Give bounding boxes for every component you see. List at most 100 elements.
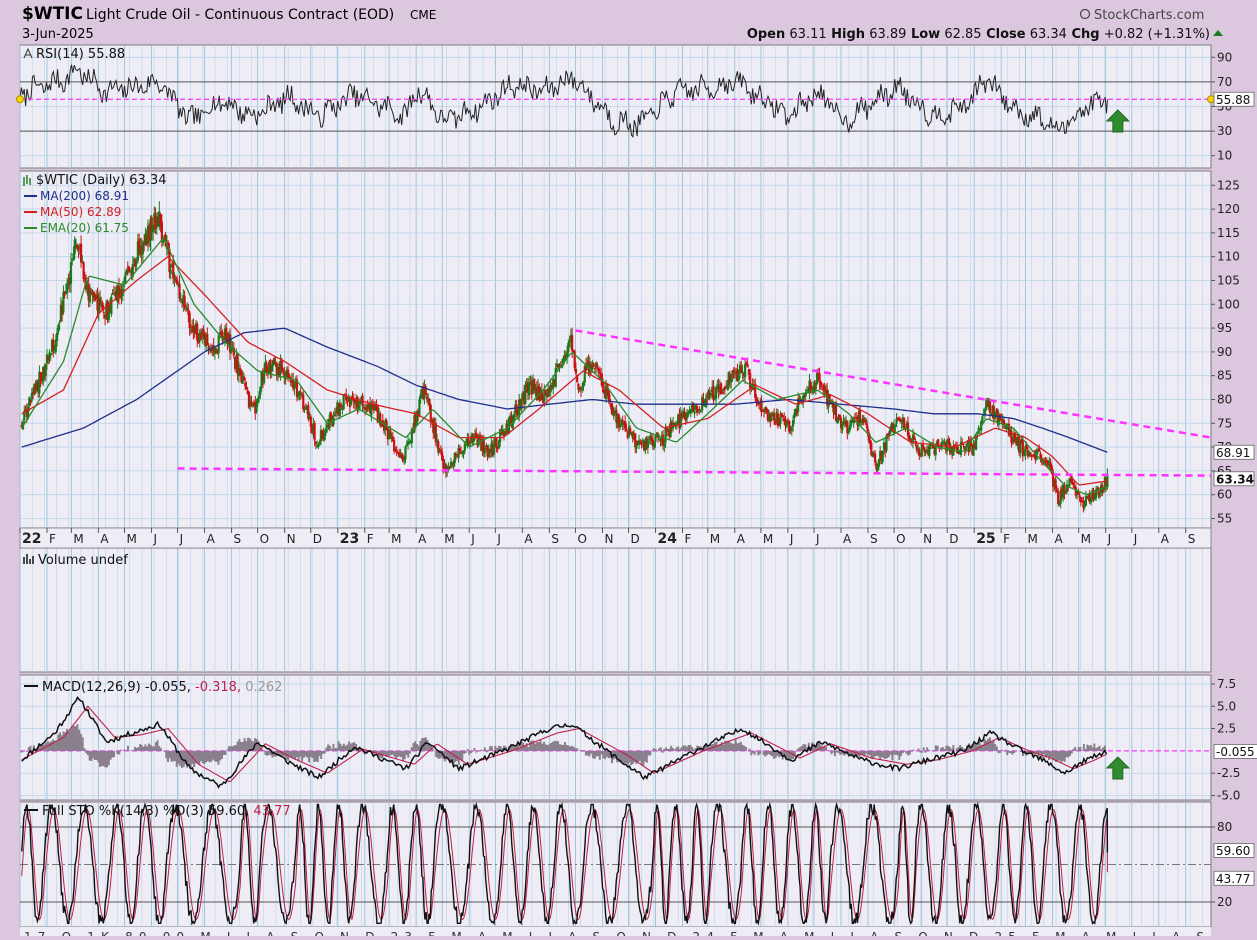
x-tick-label: J	[815, 532, 820, 546]
macd-histogram-bar	[73, 726, 75, 751]
macd-histogram-bar	[1013, 751, 1015, 753]
macd-histogram-bar	[888, 751, 890, 757]
x-tick-label: M	[73, 532, 83, 546]
macd-histogram-bar	[832, 751, 834, 753]
macd-histogram-bar	[592, 751, 594, 758]
price-panel[interactable]: 12512011511010510095908580757065605568.9…	[20, 171, 1254, 528]
macd-histogram-bar	[96, 751, 98, 760]
price-candle-up	[771, 418, 773, 421]
macd-histogram-bar	[496, 748, 498, 751]
macd-histogram-bar	[531, 741, 533, 751]
macd-histogram-bar	[670, 746, 672, 751]
macd-title: MACD(12,26,9) -0.055, -0.318, 0.262	[42, 680, 282, 695]
macd-histogram-bar	[735, 739, 737, 751]
price-candle-up	[693, 410, 695, 413]
macd-histogram-bar	[656, 751, 658, 752]
macd-histogram-bar	[226, 750, 228, 751]
macd-histogram-bar	[406, 751, 408, 755]
x-tick-label: A	[1055, 532, 1064, 546]
macd-histogram-bar	[238, 739, 240, 751]
ohlc-value: 63.11	[785, 27, 826, 42]
macd-histogram-bar	[559, 744, 561, 751]
x-tick-label: A	[100, 532, 109, 546]
x-tick-label: A	[843, 532, 852, 546]
macd-histogram-bar	[886, 751, 888, 758]
volume-background	[20, 548, 1211, 672]
x-tick-label: M	[763, 532, 773, 546]
price-ytick-label: 120	[1217, 202, 1240, 216]
macd-histogram-bar	[763, 751, 765, 755]
macd-histogram-bar	[230, 746, 232, 751]
macd-histogram-bar	[200, 751, 202, 761]
macd-histogram-bar	[884, 751, 886, 759]
x-tick-label: F	[49, 532, 56, 546]
chart-stage: $WTIC Light Crude Oil - Continuous Contr…	[0, 0, 1257, 936]
macd-histogram-bar	[891, 751, 893, 761]
brand-label[interactable]: StockCharts.com	[1094, 8, 1204, 23]
macd-histogram-bar	[376, 751, 378, 753]
macd-histogram-bar	[348, 742, 350, 751]
ohlc-label: High	[827, 27, 865, 42]
macd-histogram-bar	[386, 751, 388, 756]
rsi-panel[interactable]: 907050301055.88RSI(14) 55.88	[17, 45, 1255, 168]
macd-histogram-bar	[898, 751, 900, 760]
macd-title-part: 0.262	[245, 680, 282, 695]
macd-histogram-bar	[944, 749, 946, 751]
x-tick-label: A	[737, 532, 746, 546]
macd-histogram-bar	[538, 742, 540, 751]
macd-histogram-bar	[736, 743, 738, 751]
macd-histogram-bar	[566, 745, 568, 751]
macd-histogram-bar	[205, 751, 207, 762]
macd-histogram-bar	[740, 742, 742, 751]
macd-panel[interactable]: 7.55.02.5-2.5-5.0-0.055MACD(12,26,9) -0.…	[20, 675, 1257, 803]
macd-histogram-bar	[21, 751, 23, 753]
macd-histogram-bar	[197, 751, 199, 763]
macd-histogram-bar	[660, 747, 662, 751]
macd-histogram-bar	[1001, 750, 1003, 751]
macd-histogram-bar	[877, 751, 879, 757]
macd-histogram-bar	[460, 751, 462, 759]
volume-panel[interactable]: Volume undef	[20, 548, 1211, 672]
macd-histogram-bar	[414, 741, 416, 751]
macd-histogram-bar	[827, 750, 829, 751]
macd-histogram-bar	[57, 735, 59, 751]
x-tick-label: J	[1107, 532, 1112, 546]
macd-histogram-bar	[1067, 751, 1069, 758]
macd-histogram-bar	[573, 747, 575, 751]
macd-histogram-bar	[773, 751, 775, 759]
price-candle-down	[593, 363, 595, 367]
macd-histogram-bar	[924, 751, 926, 753]
macd-histogram-bar	[101, 751, 103, 766]
macd-histogram-bar	[190, 751, 192, 767]
x-tick-label: M	[1028, 532, 1038, 546]
macd-histogram-bar	[118, 751, 120, 755]
macd-histogram-bar	[947, 746, 949, 751]
x-tick-label: A	[207, 532, 216, 546]
macd-histogram-bar	[339, 744, 341, 751]
macd-histogram-bar	[472, 751, 474, 752]
price-ytick-label: 60	[1217, 488, 1232, 502]
legend-entry: $WTIC (Daily) 63.34	[36, 173, 167, 188]
stochastic-panel[interactable]: 802059.6043.77Full STO %K(14,3) %D(3) 59…	[20, 802, 1254, 927]
macd-histogram-bar	[1074, 747, 1076, 751]
macd-histogram-bar	[80, 734, 82, 751]
macd-histogram-bar	[198, 751, 200, 765]
macd-histogram-bar	[104, 751, 106, 767]
macd-histogram-bar	[169, 751, 171, 759]
macd-histogram-bar	[1062, 751, 1064, 761]
macd-histogram-bar	[327, 744, 329, 751]
macd-histogram-bar	[890, 751, 892, 755]
exchange-label: CME	[410, 8, 436, 22]
macd-histogram-bar	[874, 751, 876, 757]
macd-ytick-label: 7.5	[1217, 677, 1236, 691]
symbol-label[interactable]: $WTIC	[22, 4, 83, 24]
macd-histogram-bar	[28, 747, 30, 751]
macd-histogram-bar	[686, 747, 688, 751]
x-tick-label: F	[685, 532, 692, 546]
macd-histogram-bar	[771, 751, 773, 756]
macd-histogram-bar	[305, 751, 307, 757]
macd-histogram-bar	[87, 751, 89, 755]
macd-histogram-bar	[750, 751, 752, 755]
macd-histogram-bar	[296, 751, 298, 757]
x-tick-label: M	[126, 532, 136, 546]
